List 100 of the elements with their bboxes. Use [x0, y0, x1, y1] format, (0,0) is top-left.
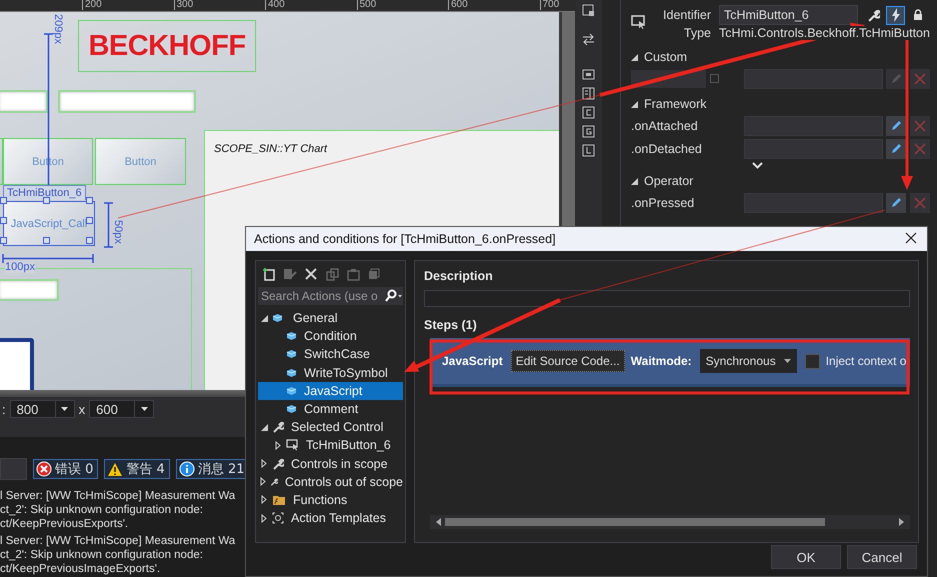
group-header[interactable]: Custom: [644, 50, 688, 64]
swap-arrows-icon[interactable]: [582, 33, 595, 46]
expanded-triangle-icon[interactable]: [631, 100, 638, 108]
g-box-icon[interactable]: [582, 125, 595, 138]
cursor-window-icon: [286, 439, 299, 452]
add-icon: [262, 267, 276, 281]
close-button[interactable]: [905, 232, 919, 246]
search-field[interactable]: Search Actions (use o: [258, 287, 403, 305]
dropdown-caret-icon: [61, 407, 68, 411]
checkbox[interactable]: [710, 74, 719, 83]
lightning-icon: [890, 8, 900, 22]
output-line: ct/KeepPreviousExports'.: [0, 517, 128, 531]
dialog-button[interactable]: Cancel: [847, 545, 917, 569]
scroll-left-icon[interactable]: [436, 518, 441, 526]
width-dropdown[interactable]: 800: [10, 400, 75, 418]
paste-icon: [346, 268, 360, 280]
event-name: .onAttached: [631, 118, 699, 132]
action-field[interactable]: [744, 192, 883, 212]
error-icon: [36, 461, 52, 477]
tree-item[interactable]: Action Templates: [258, 509, 403, 528]
resize-handle[interactable]: [86, 217, 93, 224]
ruler-mark: 500: [356, 0, 376, 10]
l-box-icon[interactable]: [582, 144, 595, 157]
panel-icon[interactable]: [582, 87, 595, 100]
lock-icon: [912, 9, 922, 21]
chevron-down-icon[interactable]: [752, 162, 762, 169]
tree-item[interactable]: Condition: [258, 327, 403, 346]
edit-button[interactable]: [886, 116, 906, 136]
window-icon[interactable]: [582, 4, 595, 17]
input-field[interactable]: [0, 90, 48, 113]
resize-handle[interactable]: [43, 237, 50, 244]
message-filter[interactable]: 错误 0: [33, 459, 98, 479]
resize-handle[interactable]: [0, 197, 7, 204]
search-icon: [383, 289, 403, 303]
wrench-icon: [867, 8, 880, 22]
tree-item[interactable]: TcHmiButton_6: [258, 436, 403, 454]
delete-icon: [914, 72, 926, 84]
edit-button[interactable]: [886, 138, 906, 158]
group-header[interactable]: Operator: [644, 174, 694, 188]
cube-icon: [272, 313, 283, 324]
expanded-triangle-icon[interactable]: [260, 424, 268, 431]
height-dropdown[interactable]: 600: [89, 400, 154, 418]
output-line: ct_2': Skip unknown configuration node:: [0, 503, 203, 517]
resize-handle[interactable]: [0, 217, 7, 224]
resize-handle[interactable]: [86, 237, 93, 244]
tree-item[interactable]: Selected Control: [258, 418, 403, 436]
lightning-tool-button[interactable]: [886, 6, 905, 24]
dialog-title: Actions and conditions for [TcHmiButton_6.onPressed]: [254, 232, 556, 246]
frame-icon[interactable]: [582, 68, 595, 81]
size-separator: x: [78, 402, 86, 416]
chart-title: SCOPE_SIN::YT Chart: [214, 143, 328, 155]
waitmode-label: Waitmode:: [630, 354, 692, 368]
action-field[interactable]: [744, 116, 883, 136]
cursor-window-icon: [631, 15, 647, 29]
tree-item[interactable]: General: [258, 309, 403, 328]
step-row[interactable]: JavaScript Edit Source Code... Waitmode: Synchronous Inject context o: [430, 338, 910, 387]
tree-item[interactable]: Controls in scope: [258, 454, 403, 473]
tree-item[interactable]: Comment: [258, 400, 403, 418]
group-header[interactable]: Framework: [644, 97, 707, 111]
expanded-triangle-icon[interactable]: [260, 314, 268, 322]
edit-source-button[interactable]: Edit Source Code...: [510, 350, 625, 372]
step-name: JavaScript: [442, 354, 503, 368]
tree-item[interactable]: WriteToSymbol: [258, 364, 403, 382]
dialog-button[interactable]: OK: [771, 545, 841, 569]
tree-item[interactable]: SwitchCase: [258, 345, 403, 364]
input-field[interactable]: [58, 90, 196, 113]
edit-button[interactable]: [886, 192, 906, 212]
tree-item[interactable]: Controls out of scope: [258, 472, 403, 491]
waitmode-dropdown[interactable]: Synchronous: [700, 349, 797, 373]
dimension-label: 50px: [112, 220, 123, 244]
expanded-triangle-icon[interactable]: [631, 178, 638, 184]
identifier-field[interactable]: TcHmiButton_6: [719, 5, 858, 25]
input-field[interactable]: [0, 279, 59, 301]
event-name: .onPressed: [631, 196, 696, 210]
output-line: ct/KeepPreviousImageExports'.: [0, 562, 160, 576]
add-button[interactable]: [260, 265, 278, 283]
checkbox[interactable]: [804, 354, 820, 368]
close-icon: [905, 232, 917, 244]
horizontal-scrollbar[interactable]: [430, 515, 910, 529]
tree-item[interactable]: Functions: [258, 490, 403, 510]
resize-handle[interactable]: [43, 197, 50, 204]
description-label: Description: [424, 269, 494, 283]
message-filter[interactable]: 警告 4: [104, 459, 170, 479]
tree-item[interactable]: JavaScript: [258, 382, 403, 400]
resize-handle[interactable]: [86, 197, 93, 204]
delete-icon: [914, 120, 926, 132]
expanded-triangle-icon[interactable]: [631, 54, 638, 60]
scroll-right-icon[interactable]: [899, 518, 904, 526]
wrench-icon: [270, 476, 278, 488]
action-field[interactable]: [744, 138, 883, 158]
control-name-tag: TcHmiButton_6: [3, 185, 86, 200]
dimension-line: [104, 202, 113, 248]
resize-handle[interactable]: [0, 237, 7, 244]
action-field[interactable]: [744, 68, 883, 88]
c-box-icon[interactable]: [582, 106, 595, 119]
delete-icon: [914, 196, 926, 208]
ruler-mark: 400: [265, 0, 285, 10]
description-field[interactable]: [424, 290, 910, 307]
edit-button[interactable]: [886, 68, 906, 88]
copy-icon: [326, 268, 338, 280]
